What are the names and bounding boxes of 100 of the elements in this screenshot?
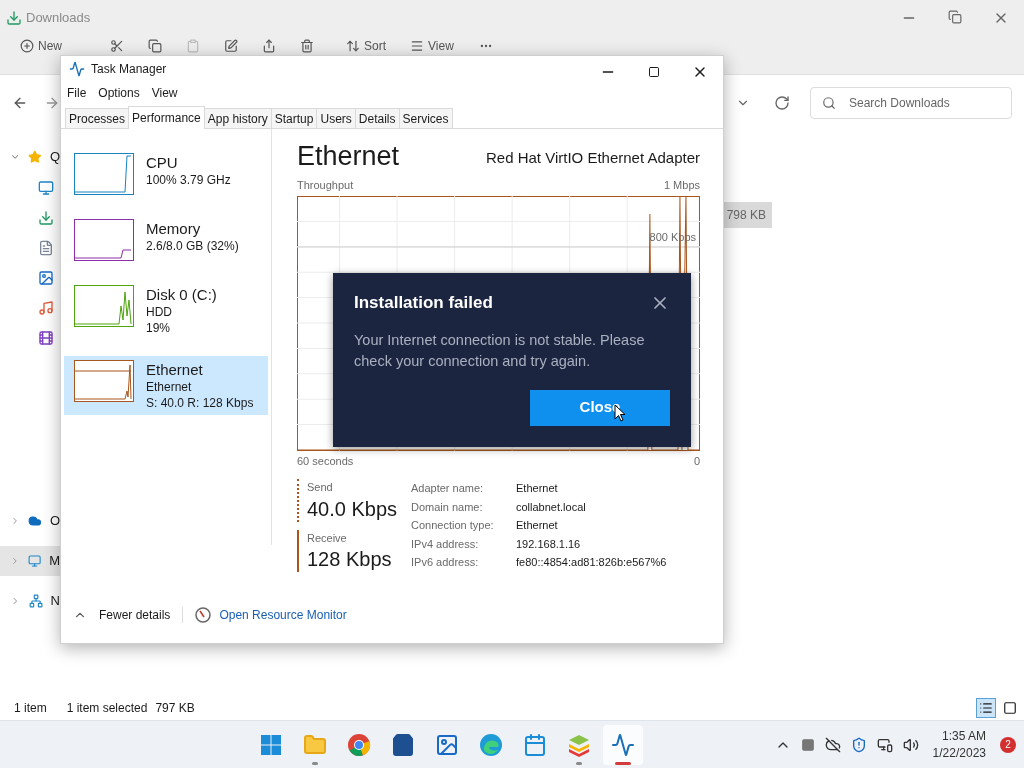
resource-stat: 19%	[146, 320, 172, 336]
send-value: 40.0 Kbps	[307, 496, 399, 522]
resource-name: CPU	[146, 153, 179, 172]
music-icon[interactable]	[38, 300, 54, 316]
maximize-icon[interactable]	[648, 65, 660, 78]
video-icon[interactable]	[38, 330, 54, 346]
sort-button[interactable]: Sort	[364, 39, 387, 53]
search-field[interactable]: Search Downloads	[810, 86, 1012, 119]
running-indicator	[312, 761, 319, 765]
star-icon	[28, 149, 42, 165]
chart-icon	[611, 732, 636, 757]
menu-item[interactable]: Options	[98, 84, 140, 102]
bag-icon	[391, 732, 416, 757]
tab[interactable]: Performance	[128, 106, 205, 129]
resource-item[interactable]: Disk 0 (C:) HDD 19%	[64, 281, 268, 340]
graph-min: 0	[693, 453, 700, 469]
view-button[interactable]: View	[428, 39, 454, 53]
status-text: 1 item selected	[66, 700, 148, 717]
resource-monitor-link[interactable]: Open Resource Monitor	[219, 606, 347, 624]
cut-icon[interactable]	[110, 39, 124, 53]
network-icon[interactable]	[876, 736, 893, 753]
copy-icon[interactable]	[148, 39, 162, 53]
property-value: Ethernet	[516, 518, 559, 534]
calendar-icon	[523, 732, 548, 757]
sort-icon[interactable]	[346, 39, 360, 53]
receive-label: Receive	[307, 530, 348, 546]
volume-icon[interactable]	[902, 736, 919, 753]
windows-icon	[259, 732, 284, 757]
property-name: Connection type:	[411, 518, 495, 534]
restore-icon[interactable]	[948, 9, 962, 24]
image-icon	[435, 732, 460, 757]
square-icon[interactable]	[800, 737, 815, 752]
layers-icon	[567, 732, 592, 757]
folder-icon	[303, 732, 328, 757]
cloud-icon	[28, 513, 42, 529]
plus-icon[interactable]	[20, 39, 34, 53]
resource-item[interactable]: Ethernet Ethernet S: 40.0 R: 128 Kbps	[64, 356, 268, 415]
property-value: collabnet.local	[516, 499, 587, 515]
network-icon	[28, 593, 43, 609]
resource-item[interactable]: Memory 2.6/8.0 GB (32%)	[64, 215, 268, 265]
shield-icon[interactable]	[850, 736, 867, 753]
taskbar-app[interactable]	[603, 724, 644, 765]
dialog-message: Your Internet connection is not stable. Please check your connection and try again.	[354, 330, 646, 371]
notification-badge[interactable]: 2	[1000, 736, 1016, 753]
fewer-details-button[interactable]: Fewer details	[99, 606, 171, 624]
menu-item[interactable]: View	[151, 84, 178, 102]
cloud-off-icon[interactable]	[824, 736, 841, 753]
nav-item[interactable]: Q	[0, 142, 60, 172]
tab[interactable]: Services	[398, 108, 453, 128]
resource-stat: 100% 3.79 GHz	[146, 172, 231, 188]
receive-value: 128 Kbps	[307, 547, 393, 572]
desktop-icon[interactable]	[38, 180, 54, 196]
window-title: Task Manager	[91, 61, 167, 78]
property-name: Adapter name:	[411, 481, 485, 496]
view-mode-button[interactable]	[976, 698, 996, 718]
tab[interactable]: Details	[354, 108, 400, 128]
share-icon[interactable]	[262, 39, 276, 53]
tab[interactable]: Users	[316, 108, 356, 128]
refresh-icon[interactable]	[774, 94, 790, 111]
clock-date[interactable]: 1/22/2023	[932, 744, 986, 762]
resource-name: Memory	[146, 219, 202, 238]
graph-max: 1 Mbps	[663, 178, 700, 193]
download-icon	[6, 9, 22, 26]
image-icon[interactable]	[38, 270, 54, 286]
rename-icon[interactable]	[224, 39, 238, 53]
tab[interactable]: Processes	[65, 108, 130, 128]
running-indicator	[576, 761, 583, 765]
new-button[interactable]: New	[38, 39, 62, 53]
nav-item[interactable]: N	[0, 586, 60, 616]
property-name: IPv6 address:	[411, 555, 480, 571]
tab[interactable]: App history	[203, 108, 272, 128]
resource-name: Ethernet	[146, 360, 204, 379]
delete-icon[interactable]	[300, 39, 314, 53]
property-value: 192.168.1.16	[516, 536, 582, 552]
menu-item[interactable]: File	[67, 84, 87, 102]
list-icon	[979, 701, 993, 715]
nav-item[interactable]: M	[0, 546, 60, 576]
running-indicator	[615, 761, 632, 765]
chevron-icon	[10, 555, 20, 567]
adapter-name: Red Hat VirtIO Ethernet Adapter	[486, 147, 700, 168]
status-text: 1 item	[14, 700, 47, 717]
search-icon	[822, 95, 836, 110]
graph-label: Throughput	[297, 178, 354, 193]
resource-stat: Ethernet	[146, 379, 193, 395]
resource-item[interactable]: CPU 100% 3.79 GHz	[64, 149, 268, 199]
resource-stat: HDD	[146, 304, 173, 320]
swirl-icon	[479, 732, 504, 757]
tab[interactable]: Startup	[270, 108, 318, 128]
resource-stat: S: 40.0 R: 128 Kbps	[146, 395, 254, 411]
property-name: IPv4 address:	[411, 536, 480, 552]
resource-stat: 2.6/8.0 GB (32%)	[146, 238, 239, 254]
clock-time[interactable]: 1:35 AM	[941, 727, 986, 745]
nav-item[interactable]: O	[0, 506, 60, 536]
send-label: Send	[307, 480, 334, 495]
dialog-title: Installation failed	[354, 292, 493, 314]
resource-name: Disk 0 (C:)	[146, 285, 217, 304]
chrome-icon	[347, 732, 372, 757]
document-icon[interactable]	[38, 240, 54, 256]
view-icon[interactable]	[410, 39, 425, 53]
download-icon[interactable]	[38, 210, 54, 226]
